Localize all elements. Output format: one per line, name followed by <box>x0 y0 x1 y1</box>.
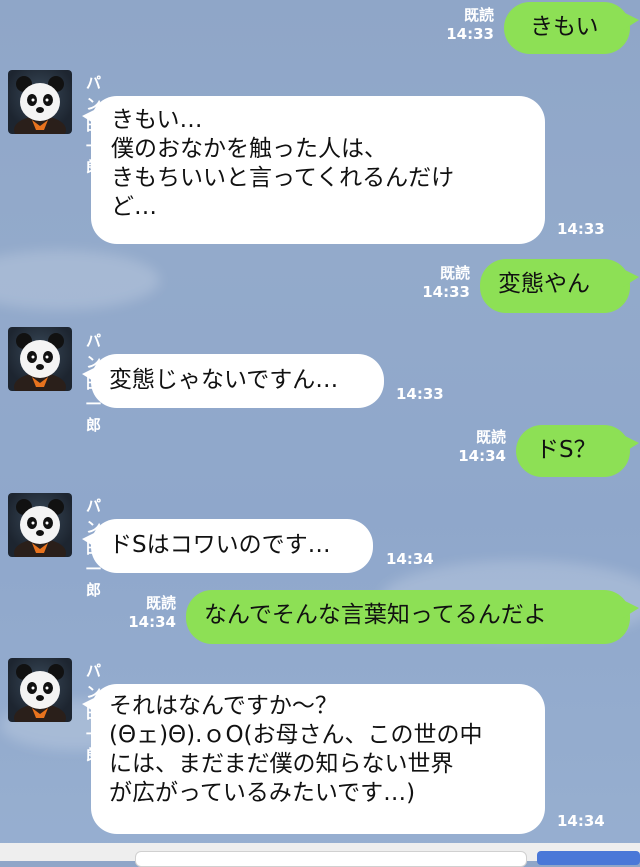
message-time: 14:33 <box>396 385 444 403</box>
panda-avatar-icon[interactable] <box>8 493 72 557</box>
message-bubble[interactable]: きもい… 僕のおなかを触った人は、 きもちいいと言ってくれるんだけ ど… <box>82 96 545 244</box>
panda-avatar-icon[interactable] <box>8 327 72 391</box>
message-bubble[interactable]: 変態じゃないですん… <box>82 354 384 408</box>
message-time: 14:34 <box>557 812 605 830</box>
message-meta: 既読 14:33 <box>418 264 470 302</box>
panda-avatar-icon[interactable] <box>8 658 72 722</box>
read-receipt: 既読 <box>475 428 506 446</box>
message-bubble[interactable]: ドS？ <box>516 425 639 477</box>
send-button[interactable] <box>537 851 640 865</box>
read-receipt: 既読 <box>145 594 176 612</box>
message-bubble[interactable]: 変態やん <box>480 259 639 313</box>
message-time: 14:33 <box>557 220 605 238</box>
message-time: 14:34 <box>386 550 434 568</box>
message-input[interactable] <box>135 851 527 867</box>
message-meta: 既読 14:34 <box>124 594 176 632</box>
message-meta: 既読 14:34 <box>454 428 506 466</box>
message-time: 14:34 <box>458 447 506 465</box>
message-bubble[interactable]: きもい <box>504 2 639 54</box>
message-time: 14:33 <box>446 25 494 43</box>
message-time: 14:33 <box>422 283 470 301</box>
message-bubble[interactable]: それはなんですか～？ (Θェ)Θ).ｏO(お母さん、この世の中 には、まだまだ僕… <box>82 684 545 834</box>
message-bubble[interactable]: なんでそんな言葉知ってるんだよ <box>186 590 639 644</box>
read-receipt: 既読 <box>463 6 494 24</box>
read-receipt: 既読 <box>439 264 470 282</box>
message-meta: 既読 14:33 <box>440 6 494 44</box>
panda-avatar-icon[interactable] <box>8 70 72 134</box>
message-bubble[interactable]: ドSはコワいのです… <box>82 519 373 573</box>
message-time: 14:34 <box>128 613 176 631</box>
